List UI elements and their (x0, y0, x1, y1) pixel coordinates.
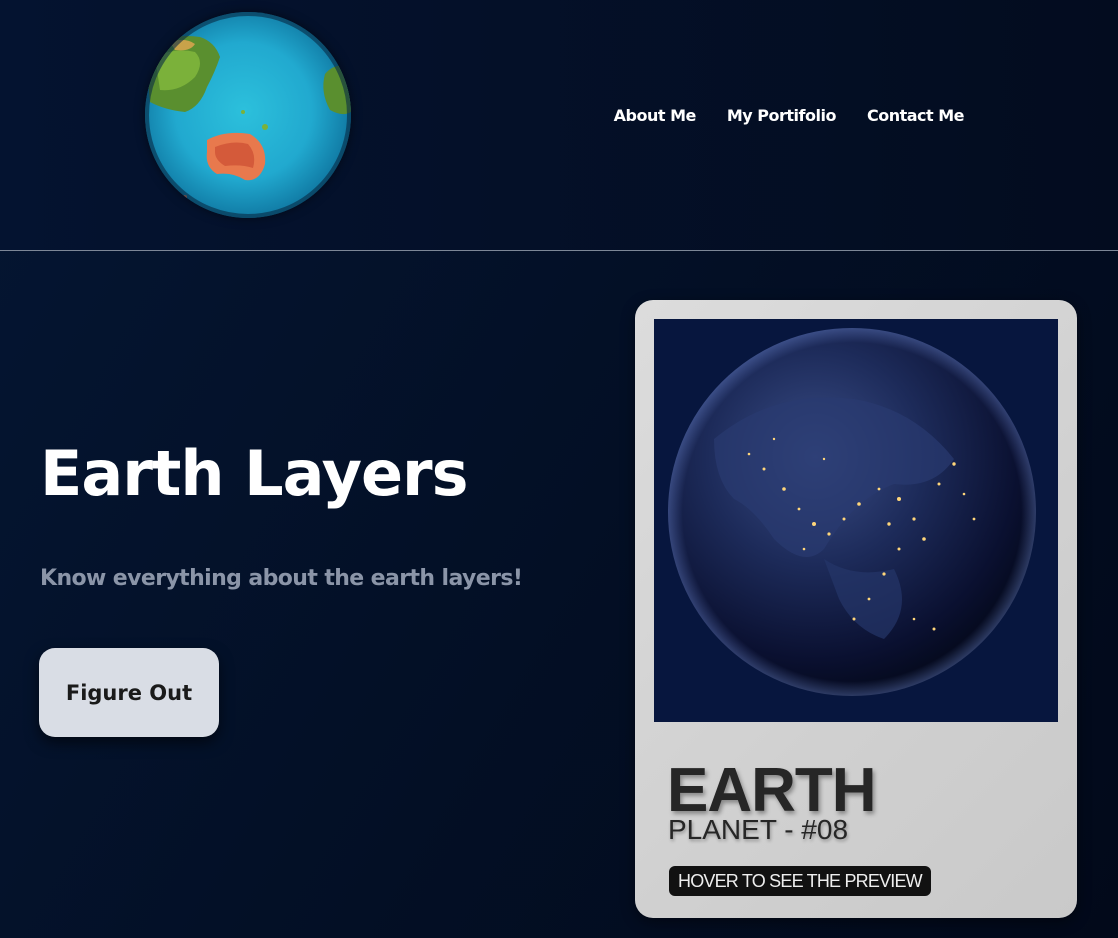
nav-link-my-portfolio[interactable]: My Portifolio (727, 106, 837, 125)
hero-title: Earth Layers (40, 437, 469, 510)
nav-link-about-me[interactable]: About Me (614, 106, 697, 125)
site-header: About Me My Portifolio Contact Me (0, 0, 1118, 251)
figure-out-button[interactable]: Figure Out (39, 648, 219, 737)
card-subtitle: PLANET - #08 (668, 814, 849, 845)
nav-link-contact-me[interactable]: Contact Me (867, 106, 965, 125)
globe-icon[interactable] (145, 12, 351, 218)
hero-subtitle: Know everything about the earth layers! (40, 566, 523, 591)
earth-card[interactable]: EARTH PLANET - #08 HOVER TO SEE THE PREV… (635, 300, 1077, 918)
main-nav: About Me My Portifolio Contact Me (614, 106, 965, 125)
earth-night-image (654, 319, 1058, 722)
hover-preview-badge: HOVER TO SEE THE PREVIEW (669, 866, 931, 896)
